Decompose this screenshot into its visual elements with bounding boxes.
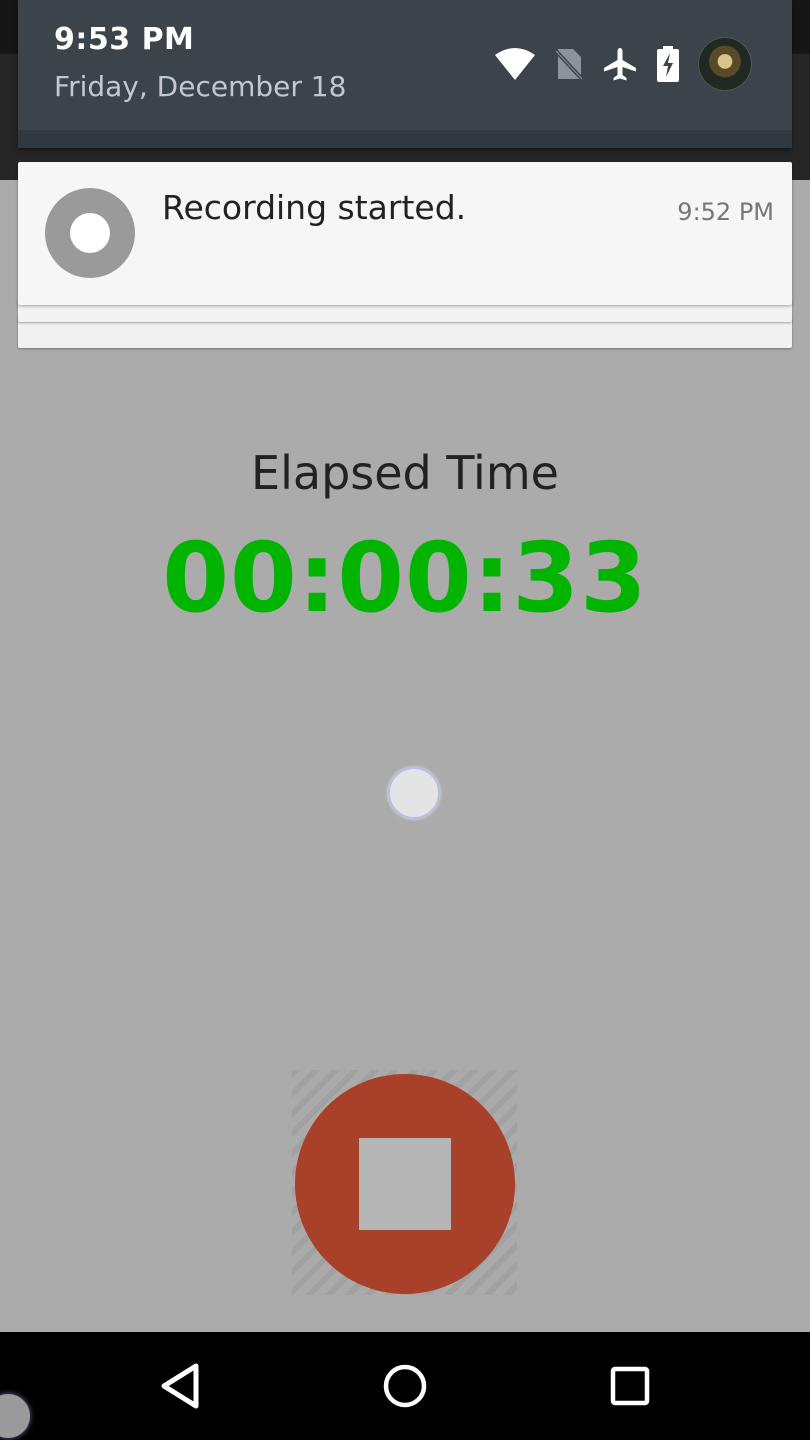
battery-charging-icon <box>657 46 679 82</box>
elapsed-time-value: 00:00:33 <box>162 522 648 634</box>
back-icon <box>161 1363 199 1409</box>
notification-time: 9:52 PM <box>677 198 774 226</box>
user-avatar[interactable] <box>698 37 752 91</box>
touch-indicator <box>388 767 440 819</box>
wifi-icon <box>495 48 535 80</box>
stop-icon <box>359 1138 451 1230</box>
notification-shade-header: 9:53 PM Friday, December 18 <box>18 0 792 148</box>
elapsed-time-label: Elapsed Time <box>251 446 559 500</box>
screen: 9:53 PM Friday, December 18 Recording st… <box>0 0 810 1440</box>
stacked-notification-card[interactable] <box>18 318 792 348</box>
notification-title: Recording started. <box>162 188 467 227</box>
no-sim-icon <box>554 49 584 81</box>
recents-button[interactable] <box>600 1356 660 1416</box>
airplane-mode-icon[interactable] <box>602 46 638 82</box>
recents-icon <box>610 1366 650 1406</box>
stop-recording-button[interactable] <box>295 1074 515 1294</box>
notification-card[interactable]: Recording started. 9:52 PM <box>18 162 792 305</box>
clock-date[interactable]: Friday, December 18 <box>54 70 346 103</box>
back-button[interactable] <box>150 1356 210 1416</box>
home-icon <box>383 1364 427 1408</box>
navigation-bar <box>0 1332 810 1440</box>
touch-indicator <box>0 1394 30 1438</box>
home-button[interactable] <box>375 1356 435 1416</box>
record-icon <box>45 188 135 278</box>
shade-header-bottom <box>18 130 792 148</box>
status-icons <box>494 36 752 92</box>
clock-time: 9:53 PM <box>54 22 195 57</box>
